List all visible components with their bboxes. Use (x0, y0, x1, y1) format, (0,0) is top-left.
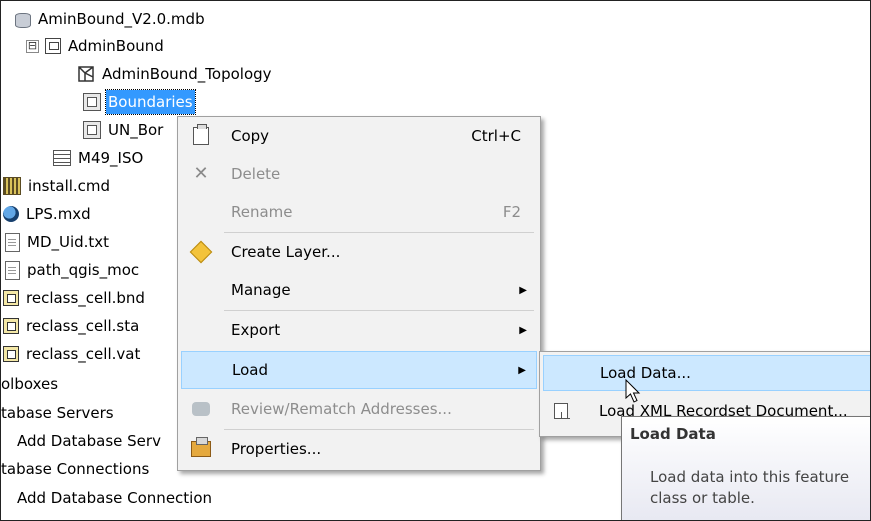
tree-item-lps-mxd[interactable]: LPS.mxd (3, 202, 93, 226)
dbf-table-icon (3, 346, 19, 362)
tree-item-reclass-sta[interactable]: reclass_cell.sta (3, 314, 141, 338)
menu-item-manage[interactable]: Manage ▶ (181, 271, 537, 309)
tooltip-body: Load data into this feature class or tab… (650, 468, 850, 507)
feature-class-icon (83, 121, 101, 139)
submenu-arrow-icon: ▶ (519, 284, 527, 296)
review-icon (192, 402, 210, 416)
submenu-arrow-icon: ▶ (519, 324, 527, 336)
dbf-table-icon (3, 318, 19, 334)
tree-item-boundaries[interactable]: Boundaries (83, 89, 196, 115)
tree-item-path-qgis[interactable]: path_qgis_moc (5, 258, 141, 282)
copy-icon (193, 124, 209, 145)
catalog-tree-panel: AminBound_V2.0.mdb ⊟ AdminBound AdminBou… (0, 0, 871, 521)
topology-icon (77, 65, 95, 83)
tree-item-mdb[interactable]: AminBound_V2.0.mdb (13, 7, 207, 31)
database-icon (13, 11, 31, 28)
submenu-item-load-data[interactable]: Load Data... (543, 355, 870, 391)
menu-item-copy[interactable]: Copy Ctrl+C (181, 117, 537, 155)
menu-item-rename[interactable]: Rename F2 (181, 193, 537, 231)
map-document-icon (3, 206, 19, 222)
tree-item-reclass-bnd[interactable]: reclass_cell.bnd (3, 286, 147, 310)
tree-item-reclass-vat[interactable]: reclass_cell.vat (3, 342, 142, 366)
feature-class-icon (83, 93, 101, 111)
tree-item-add-database-server[interactable]: Add Database Serv (15, 429, 163, 453)
properties-icon (191, 437, 211, 457)
copy-shortcut: Ctrl+C (471, 127, 521, 145)
tree-item-adminbound[interactable]: ⊟ AdminBound (26, 34, 166, 58)
context-menu: Copy Ctrl+C ✕ Delete Rename F2 Create La… (177, 116, 541, 471)
xml-load-icon (554, 403, 570, 419)
delete-icon: ✕ (193, 163, 209, 184)
menu-item-export[interactable]: Export ▶ (181, 311, 537, 349)
menu-item-review-rematch[interactable]: Review/Rematch Addresses... (181, 390, 537, 428)
command-file-icon (3, 177, 21, 195)
tooltip-title: Load Data (630, 425, 716, 443)
selected-label: Boundaries (105, 89, 196, 115)
tooltip: Load Data Load data into this feature cl… (621, 416, 870, 520)
tree-item-database-servers[interactable]: tabase Servers (1, 401, 116, 425)
tree-item-un-bor[interactable]: UN_Bor (83, 118, 165, 142)
menu-item-load[interactable]: Load ▶ (181, 351, 537, 389)
text-file-icon (5, 232, 20, 252)
collapse-expander-icon[interactable]: ⊟ (26, 39, 39, 53)
tree-item-install-cmd[interactable]: install.cmd (3, 174, 112, 198)
tree-item-toolboxes[interactable]: olboxes (1, 372, 60, 396)
table-icon (53, 150, 71, 166)
tree-item-add-database-connection[interactable]: Add Database Connection (15, 486, 214, 510)
feature-dataset-icon (45, 38, 61, 54)
rename-shortcut: F2 (502, 203, 521, 221)
menu-item-create-layer[interactable]: Create Layer... (181, 233, 537, 271)
tree-item-m49-iso[interactable]: M49_ISO (53, 146, 145, 170)
create-layer-icon (189, 240, 213, 264)
menu-item-properties[interactable]: Properties... (181, 430, 537, 468)
tree-item-md-uid[interactable]: MD_Uid.txt (5, 230, 111, 254)
text-file-icon (5, 260, 20, 280)
tree-item-database-connections[interactable]: tabase Connections (1, 457, 151, 481)
tree-item-topology[interactable]: AdminBound_Topology (77, 62, 274, 86)
menu-item-delete[interactable]: ✕ Delete (181, 155, 537, 193)
submenu-arrow-icon: ▶ (518, 364, 526, 376)
mouse-pointer-icon (625, 379, 641, 403)
dbf-table-icon (3, 290, 19, 306)
